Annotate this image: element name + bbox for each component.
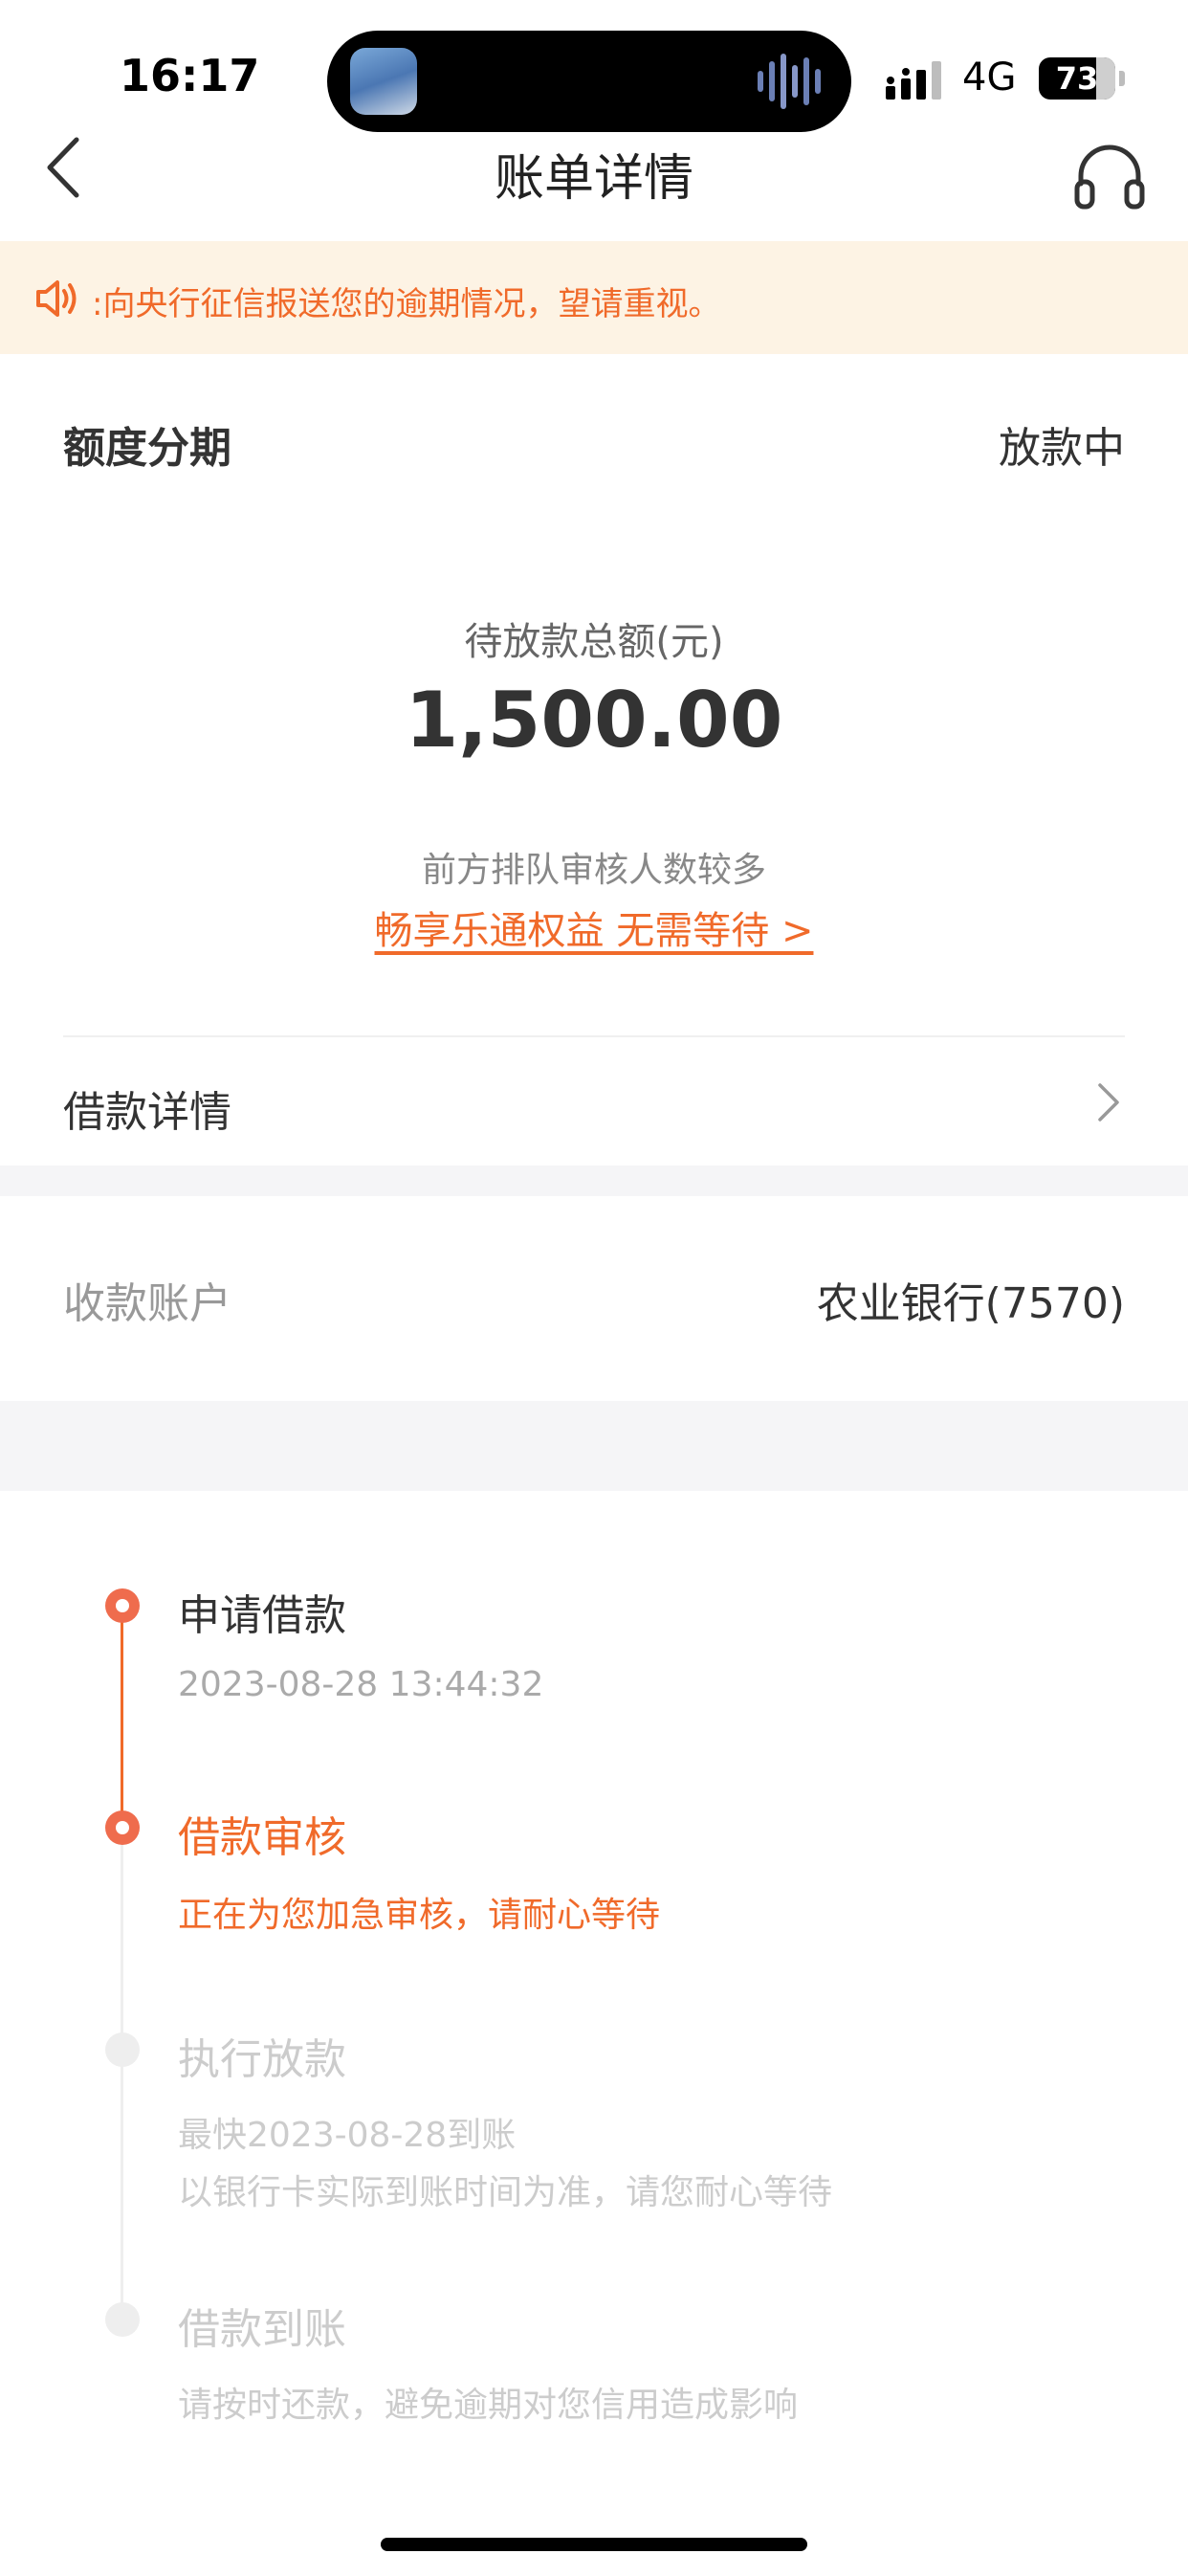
timeline-step-title: 借款审核 xyxy=(178,1813,346,1862)
timeline-step-desc: 以银行卡实际到账时间为准，请您耐心等待 xyxy=(178,2173,833,2212)
nav-bar: 账单详情 xyxy=(0,134,1188,239)
dynamic-island[interactable] xyxy=(327,31,851,132)
product-name: 额度分期 xyxy=(63,424,231,473)
audio-wave-icon xyxy=(758,54,821,109)
section-gap xyxy=(0,1401,1188,1491)
timeline-step-desc: 请按时还款，避免逾期对您信用造成影响 xyxy=(178,2386,799,2425)
timeline-step-title: 申请借款 xyxy=(178,1591,346,1640)
speaker-icon xyxy=(36,280,77,317)
loan-status: 放款中 xyxy=(999,424,1125,473)
timeline-step-time: 2023-08-28 13:44:32 xyxy=(178,1665,544,1704)
page-title: 账单详情 xyxy=(494,150,693,208)
section-gap xyxy=(0,1166,1188,1196)
battery-cap xyxy=(1119,71,1125,86)
bill-detail-page: 16:17 4G 73 账单详情:向央行征信报送您的逾期情况，望请重视。 额度… xyxy=(0,0,1188,2576)
timeline-step-title: 借款到账 xyxy=(178,2305,346,2354)
vip-benefit-link[interactable]: 畅享乐通权益 无需等待 > xyxy=(0,899,1188,955)
timeline-step-title: 执行放款 xyxy=(178,2035,346,2084)
battery-icon: 73 xyxy=(1039,57,1115,100)
notice-text: :向央行征信报送您的逾期情况，望请重视。 xyxy=(92,285,721,323)
timeline-step-desc: 最快2023-08-28到账 xyxy=(178,2116,517,2155)
home-indicator[interactable] xyxy=(381,2538,807,2551)
network-type: 4G xyxy=(962,56,1017,100)
now-playing-thumbnail xyxy=(350,48,417,115)
account-label: 收款账户 xyxy=(63,1279,231,1328)
status-bar: 16:17 4G 73 xyxy=(0,0,1188,144)
timeline-connector-pending xyxy=(121,1828,123,2316)
timeline-step-desc: 正在为您加急审核，请耐心等待 xyxy=(178,1896,661,1935)
account-value: 农业银行(7570) xyxy=(816,1279,1125,1328)
timeline-dot-pending xyxy=(105,2032,140,2067)
loan-detail-label: 借款详情 xyxy=(63,1088,231,1137)
loan-detail-row[interactable]: 借款详情 xyxy=(0,1037,1188,1164)
chevron-right-icon xyxy=(1098,1083,1119,1121)
amount-value: 1,500.00 xyxy=(405,676,783,765)
timeline-dot-pending xyxy=(105,2302,140,2337)
receiving-account-row: 收款账户 农业银行(7570) xyxy=(0,1196,1188,1401)
status-time: 16:17 xyxy=(120,50,260,101)
queue-text: 前方排队审核人数较多 xyxy=(421,851,766,890)
amount-label: 待放款总额(元) xyxy=(464,620,724,664)
battery-level: 73 xyxy=(1055,60,1099,97)
timeline-connector-active xyxy=(121,1608,123,1828)
timeline-dot-done xyxy=(105,1588,140,1623)
notice-banner: :向央行征信报送您的逾期情况，望请重视。 xyxy=(0,241,1188,354)
headset-icon[interactable] xyxy=(1071,140,1148,216)
cellular-signal-icon xyxy=(886,61,941,100)
timeline-dot-current xyxy=(105,1810,140,1845)
